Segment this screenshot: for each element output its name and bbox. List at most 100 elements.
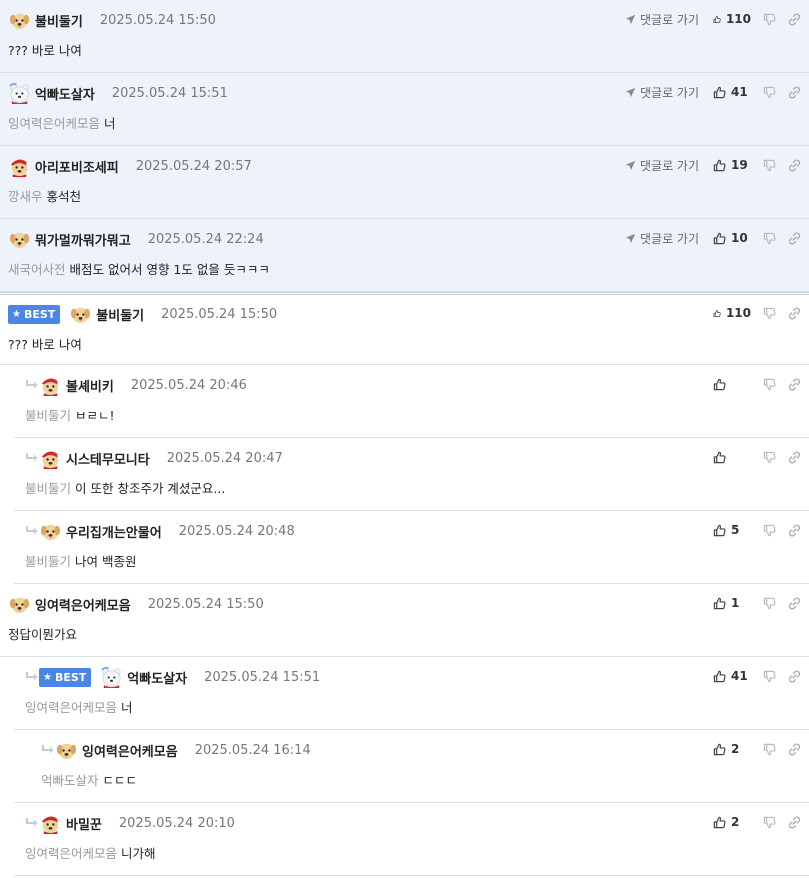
puppy-santa-avatar-icon [8, 155, 31, 178]
copy-link-button[interactable] [788, 743, 801, 756]
polar-bear-avatar[interactable] [8, 82, 31, 105]
comment-body: 잉여력은어케모음 니가해 [25, 843, 156, 862]
nickname[interactable]: 잉여력은어케모음 [82, 741, 178, 760]
nickname[interactable]: 아리포비조세피 [35, 157, 119, 176]
like-button[interactable] [713, 451, 751, 464]
puppy-avatar-icon [69, 303, 92, 326]
like-button[interactable]: 2 [713, 742, 751, 756]
goto-comment-link[interactable]: 댓글로 가기 [625, 230, 699, 247]
goto-comment-link[interactable]: 댓글로 가기 [625, 84, 699, 101]
puppy-santa-avatar-icon [39, 447, 62, 470]
nickname[interactable]: 잉여력은어케모음 [35, 595, 131, 614]
puppy-avatar[interactable] [8, 9, 31, 32]
comment-date: 2025.05.24 20:46 [130, 377, 247, 393]
nickname[interactable]: 시스테무모니타 [66, 449, 150, 468]
comment-text: ??? 바로 나여 [8, 43, 82, 58]
like-count: 5 [731, 523, 740, 537]
copy-link-button[interactable] [788, 307, 801, 320]
goto-comment-link[interactable]: 댓글로 가기 [625, 11, 699, 28]
copy-link-button[interactable] [788, 159, 801, 172]
mention[interactable]: 깡새우 [8, 189, 43, 204]
mention[interactable]: 잉여력은어케모음 [8, 116, 100, 131]
send-icon [625, 233, 636, 244]
copy-link-button[interactable] [788, 13, 801, 26]
nickname[interactable]: 볼셰비키 [66, 376, 114, 395]
dislike-button[interactable] [763, 451, 776, 464]
puppy-avatar[interactable] [69, 303, 92, 326]
nickname[interactable]: 억빠도살자 [127, 668, 187, 687]
dislike-button[interactable] [763, 524, 776, 537]
puppy-avatar[interactable] [8, 593, 31, 616]
comment-actions: 댓글로 가기 41 [625, 83, 801, 101]
like-button[interactable]: 10 [713, 231, 751, 245]
send-icon [625, 160, 636, 171]
dislike-button[interactable] [763, 743, 776, 756]
like-count: 41 [731, 669, 748, 683]
dislike-button[interactable] [763, 307, 776, 320]
like-button[interactable]: 5 [713, 523, 751, 537]
comment-body: ??? 바로 나여 [8, 334, 82, 353]
nickname[interactable]: 뭐가멀까뭐가뭐고 [35, 230, 131, 249]
like-button[interactable]: 110 [713, 12, 751, 26]
dislike-button[interactable] [763, 378, 776, 391]
copy-link-button[interactable] [788, 232, 801, 245]
comment-header: 잉여력은어케모음 2025.05.24 16:14 [41, 739, 311, 761]
thumb-down-icon [763, 670, 776, 683]
copy-link-button[interactable] [788, 816, 801, 829]
mention[interactable]: 불비둘기 [25, 481, 71, 496]
comment-row: 잉여력은어케모음 2025.05.24 16:14 억빠도살자 ㄷㄷㄷ 2 [14, 730, 809, 803]
like-button[interactable]: 41 [713, 85, 751, 99]
dislike-button[interactable] [763, 670, 776, 683]
mention[interactable]: 잉여력은어케모음 [25, 700, 117, 715]
puppy-avatar[interactable] [39, 520, 62, 543]
mention[interactable]: 불비둘기 [25, 408, 71, 423]
like-button[interactable] [713, 378, 751, 391]
polar-bear-avatar[interactable] [100, 666, 123, 689]
like-button[interactable]: 2 [713, 815, 751, 829]
nickname[interactable]: 우리집개는안물어 [66, 522, 162, 541]
like-button[interactable]: 41 [713, 669, 751, 683]
copy-link-button[interactable] [788, 451, 801, 464]
like-count: 10 [731, 231, 748, 245]
dislike-button[interactable] [763, 13, 776, 26]
best-badge: ★ BEST [8, 304, 61, 324]
comment-text: 너 [104, 116, 116, 131]
dislike-button[interactable] [763, 816, 776, 829]
mention[interactable]: 억빠도살자 [41, 773, 99, 788]
puppy-avatar[interactable] [55, 739, 78, 762]
goto-comment-link[interactable]: 댓글로 가기 [625, 157, 699, 174]
comment-actions: 댓글로 가기 10 [625, 229, 801, 247]
comment-text: 배점도 없어서 영향 1도 없을 듯ㅋㅋㅋ [69, 262, 270, 277]
puppy-santa-avatar[interactable] [39, 374, 62, 397]
dislike-button[interactable] [763, 86, 776, 99]
puppy-santa-avatar[interactable] [39, 812, 62, 835]
best-badge: ★ BEST [39, 667, 92, 687]
mention[interactable]: 새국어사전 [8, 262, 66, 277]
dislike-button[interactable] [763, 159, 776, 172]
best-comment-row: 뭐가멀까뭐가뭐고 2025.05.24 22:24 새국어사전 배점도 없어서 영향 … [0, 219, 809, 292]
like-button[interactable]: 1 [713, 596, 751, 610]
thumb-up-icon [713, 86, 726, 99]
copy-link-button[interactable] [788, 524, 801, 537]
nickname[interactable]: 불비둘기 [35, 11, 83, 30]
nickname[interactable]: 바밀꾼 [66, 814, 102, 833]
dislike-button[interactable] [763, 232, 776, 245]
copy-link-button[interactable] [788, 86, 801, 99]
copy-link-button[interactable] [788, 597, 801, 610]
puppy-avatar-icon [39, 520, 62, 543]
thumb-up-icon [713, 816, 726, 829]
puppy-avatar[interactable] [8, 228, 31, 251]
like-button[interactable]: 110 [713, 306, 751, 320]
copy-link-button[interactable] [788, 378, 801, 391]
link-icon [788, 159, 801, 172]
like-button[interactable]: 19 [713, 158, 751, 172]
nickname[interactable]: 불비둘기 [96, 305, 144, 324]
puppy-santa-avatar[interactable] [8, 155, 31, 178]
puppy-santa-avatar[interactable] [39, 447, 62, 470]
mention[interactable]: 잉여력은어케모음 [25, 846, 117, 861]
dislike-button[interactable] [763, 597, 776, 610]
polar-bear-avatar-icon [8, 82, 31, 105]
mention[interactable]: 불비둘기 [25, 554, 71, 569]
copy-link-button[interactable] [788, 670, 801, 683]
nickname[interactable]: 억빠도살자 [35, 84, 95, 103]
